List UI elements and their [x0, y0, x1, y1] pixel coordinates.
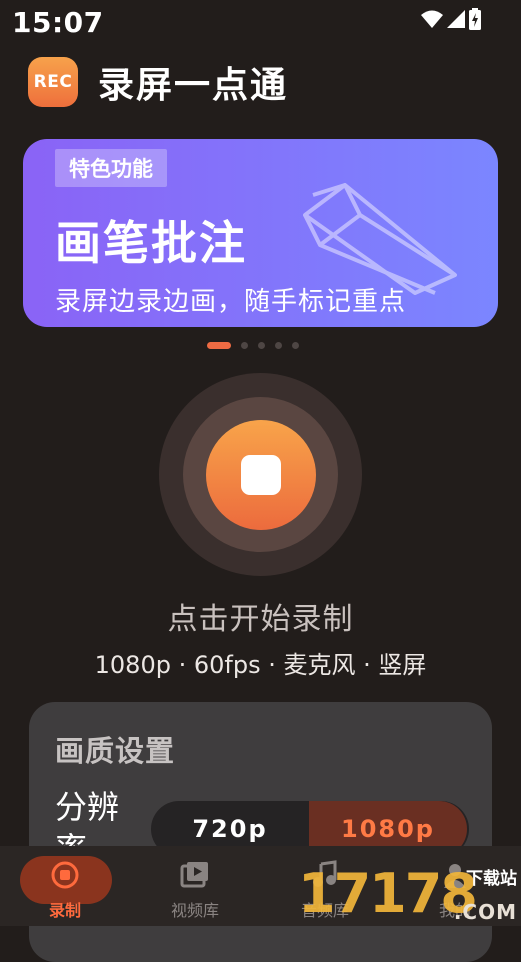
status-bar: 15:07	[0, 0, 521, 44]
bottom-nav: 录制 视频库 音频库 我的	[0, 846, 521, 926]
wifi-icon	[421, 10, 443, 28]
record-stop-icon	[240, 454, 281, 495]
banner-title: 画笔批注	[55, 216, 247, 270]
app-header: REC 录屏一点通	[28, 56, 288, 108]
nav-label-record: 录制	[48, 901, 81, 920]
record-button-inner-ring[interactable]	[183, 397, 338, 552]
battery-charging-icon	[469, 8, 481, 30]
nav-item-profile[interactable]: 我的	[390, 846, 520, 926]
record-icon	[51, 861, 79, 889]
record-button-outer-ring[interactable]	[159, 373, 362, 576]
carousel-indicator[interactable]	[207, 342, 299, 349]
app-logo: REC	[28, 57, 78, 107]
video-library-icon	[180, 862, 208, 888]
app-title: 录屏一点通	[98, 65, 289, 106]
quality-title: 画质设置	[55, 734, 176, 768]
feature-banner[interactable]: 特色功能 画笔批注 录屏边录边画，随手标记重点	[23, 139, 498, 327]
banner-badge: 特色功能	[55, 149, 167, 187]
carousel-dot[interactable]	[241, 342, 248, 349]
nav-item-audio-library[interactable]: 音频库	[260, 846, 390, 926]
carousel-dot-active[interactable]	[207, 342, 231, 349]
nav-label-audio-library: 音频库	[300, 901, 349, 920]
carousel-dot[interactable]	[275, 342, 282, 349]
record-button[interactable]	[205, 419, 316, 530]
nav-label-profile: 我的	[438, 901, 471, 920]
nav-item-record[interactable]: 录制	[0, 846, 130, 926]
carousel-dot[interactable]	[258, 342, 265, 349]
nav-item-video-library[interactable]: 视频库	[130, 846, 260, 926]
signal-icon	[447, 10, 465, 28]
audio-library-icon	[313, 860, 337, 887]
nav-label-video-library: 视频库	[170, 901, 219, 920]
carousel-dot[interactable]	[292, 342, 299, 349]
status-icons	[421, 8, 481, 30]
record-settings-summary: 1080p · 60fps · 麦克风 · 竖屏	[94, 651, 427, 679]
start-record-label: 点击开始录制	[167, 602, 354, 637]
profile-icon	[444, 864, 466, 888]
pencil-icon	[303, 183, 457, 295]
status-time: 15:07	[12, 6, 104, 39]
